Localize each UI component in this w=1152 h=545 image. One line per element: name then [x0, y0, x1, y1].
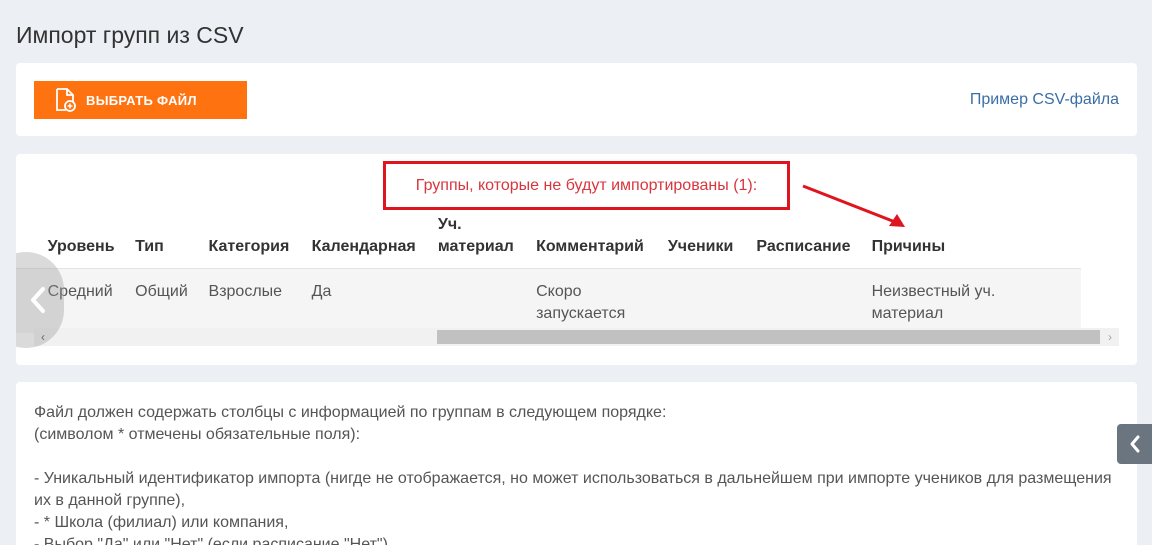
scroll-right-arrow-icon[interactable]: › — [1101, 328, 1119, 346]
not-imported-card: Группы, которые не будут импортированы (… — [16, 154, 1137, 365]
column-header-material-label: Уч. материал — [437, 216, 514, 255]
upload-card: ВЫБРАТЬ ФАЙЛ Пример CSV-файла — [16, 63, 1137, 136]
format-info-text: Файл должен содержать столбцы с информац… — [34, 402, 1114, 545]
column-header-schedule: Расписание — [746, 214, 862, 269]
cell-reasons: Неизвестный уч. материал — [861, 268, 1081, 333]
info-line: - Выбор "Да" или "Нет" (если расписание … — [34, 536, 388, 545]
not-imported-heading-box: Группы, которые не будут импортированы (… — [383, 161, 790, 210]
chevron-left-icon — [31, 287, 45, 313]
column-header-calendar: Календарная — [301, 214, 428, 269]
info-line: (символом * отмечены обязательные поля): — [34, 426, 361, 443]
choose-file-button[interactable]: ВЫБРАТЬ ФАЙЛ — [34, 81, 247, 119]
side-panel-toggle-button[interactable] — [1117, 424, 1152, 464]
cell-category: Взрослые — [198, 268, 302, 333]
column-header-comment: Комментарий — [526, 214, 658, 269]
table-header-row: Уровень Тип Категория Календарная Уч. ма… — [16, 214, 1081, 269]
info-line: - * Школа (филиал) или компания, — [34, 514, 289, 531]
cell-schedule — [746, 268, 862, 333]
cell-students — [657, 268, 747, 333]
cell-calendar: Да — [301, 268, 428, 333]
column-header-students: Ученики — [657, 214, 747, 269]
info-line: Файл должен содержать столбцы с информац… — [34, 404, 667, 421]
info-line: - Уникальный идентификатор импорта (нигд… — [34, 470, 1112, 509]
column-header-reasons: Причины — [861, 214, 1081, 269]
cell-comment: Скоро запускается — [526, 268, 658, 333]
not-imported-heading: Группы, которые не будут импортированы (… — [415, 176, 758, 194]
table-row: ий Средний Общий Взрослые Да Скоро запус… — [16, 268, 1081, 333]
file-add-icon — [56, 88, 76, 112]
csv-example-link[interactable]: Пример CSV-файла — [970, 91, 1119, 109]
horizontal-scrollbar[interactable]: ‹ › — [34, 328, 1119, 346]
column-header-type: Тип — [125, 214, 199, 269]
scrollbar-thumb[interactable] — [437, 330, 1100, 344]
chevron-left-icon — [1130, 435, 1139, 453]
format-info-card: Файл должен содержать столбцы с информац… — [16, 382, 1137, 545]
not-imported-table: Уровень Тип Категория Календарная Уч. ма… — [16, 214, 1081, 333]
table-scroll-area[interactable]: Уровень Тип Категория Календарная Уч. ма… — [16, 214, 1119, 343]
choose-file-label: ВЫБРАТЬ ФАЙЛ — [86, 92, 197, 108]
page-title: Импорт групп из CSV — [16, 22, 244, 48]
cell-type: Общий — [125, 268, 199, 333]
column-header-material: Уч. материал — [427, 214, 527, 269]
cell-material — [427, 268, 527, 333]
column-header-category: Категория — [198, 214, 302, 269]
